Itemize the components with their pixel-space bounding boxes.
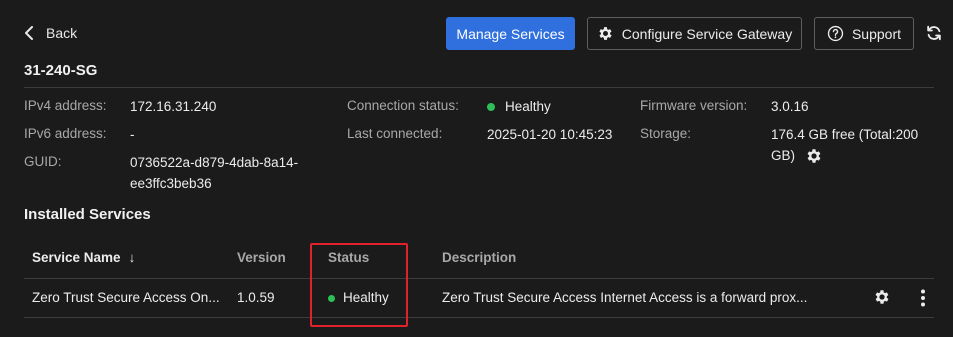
table-row-divider xyxy=(24,317,934,318)
support-label: Support xyxy=(851,25,902,42)
configure-service-gateway-label: Configure Service Gateway xyxy=(621,25,793,42)
guid-value-line2: ee3ffc3beb36 xyxy=(130,176,212,191)
guid-value-line1: 0736522a-d879-4dab-8a14- xyxy=(130,155,299,170)
connection-status-label: Connection status: xyxy=(347,98,459,113)
gear-icon[interactable] xyxy=(805,147,823,165)
firmware-version-label: Firmware version: xyxy=(640,98,748,113)
service-gateway-detail-page: Back Manage Services Configure Service G… xyxy=(0,0,953,337)
support-button[interactable]: Support xyxy=(814,17,914,50)
table-header-divider xyxy=(24,278,934,279)
ipv6-label: IPv6 address: xyxy=(24,126,107,141)
ipv4-value: 172.16.31.240 xyxy=(130,99,217,114)
column-header-description[interactable]: Description xyxy=(442,250,516,265)
last-connected-value: 2025-01-20 10:45:23 xyxy=(487,127,613,142)
last-connected-label: Last connected: xyxy=(347,126,443,141)
storage-value-line2: GB) xyxy=(771,148,796,163)
back-button[interactable]: Back xyxy=(22,24,77,42)
manage-services-label: Manage Services xyxy=(456,25,565,42)
service-name-header-label: Service Name xyxy=(32,250,121,265)
question-circle-icon xyxy=(827,25,844,42)
page-title: 31-240-SG xyxy=(24,62,98,79)
connection-status-text: Healthy xyxy=(505,99,551,114)
more-vertical-icon[interactable] xyxy=(914,287,932,309)
column-header-service-name[interactable]: Service Name ↓ xyxy=(32,250,135,265)
manage-services-button[interactable]: Manage Services xyxy=(446,17,575,50)
installed-services-title: Installed Services xyxy=(24,206,151,223)
sort-descending-icon: ↓ xyxy=(128,250,136,265)
storage-value-line1: 176.4 GB free (Total:200 xyxy=(771,127,919,142)
service-name-cell: Zero Trust Secure Access On... xyxy=(32,290,220,305)
service-description-cell: Zero Trust Secure Access Internet Access… xyxy=(442,290,808,305)
connection-status-value: Healthy xyxy=(487,96,551,117)
storage-label: Storage: xyxy=(640,126,692,141)
gear-icon[interactable] xyxy=(872,287,892,307)
guid-label: GUID: xyxy=(24,154,62,169)
healthy-status-dot xyxy=(487,103,495,112)
header-divider xyxy=(24,87,934,88)
firmware-version-value: 3.0.16 xyxy=(771,99,809,114)
storage-value: 176.4 GB free (Total:200 GB) xyxy=(771,124,918,166)
ipv6-value: - xyxy=(130,127,135,142)
column-header-version[interactable]: Version xyxy=(237,250,286,265)
configure-service-gateway-button[interactable]: Configure Service Gateway xyxy=(587,17,802,50)
refresh-icon[interactable] xyxy=(925,24,943,42)
ipv4-label: IPv4 address: xyxy=(24,98,107,113)
status-column-highlight xyxy=(310,243,408,327)
back-label: Back xyxy=(46,25,78,41)
chevron-left-icon xyxy=(22,24,36,42)
service-version-cell: 1.0.59 xyxy=(237,290,275,305)
guid-value: 0736522a-d879-4dab-8a14- ee3ffc3beb36 xyxy=(130,152,298,194)
gear-icon xyxy=(597,25,614,42)
